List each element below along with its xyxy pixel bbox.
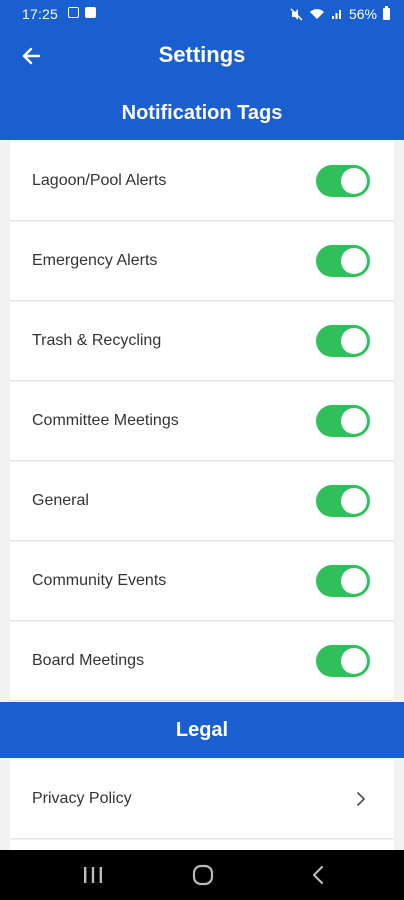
status-time: 17:25	[22, 6, 59, 22]
mute-icon	[290, 7, 303, 21]
toggle-knob	[341, 408, 367, 434]
tag-row-general: General	[10, 462, 394, 540]
gallery-notification-icon	[68, 7, 79, 18]
tag-row-community-events: Community Events	[10, 542, 394, 620]
tag-label: Committee Meetings	[32, 412, 179, 429]
system-navigation-bar	[0, 850, 404, 900]
privacy-policy-row[interactable]: Privacy Policy	[10, 760, 394, 838]
lagoon-pool-alerts-toggle[interactable]	[316, 165, 370, 197]
toggle-knob	[341, 168, 367, 194]
tag-row-board-meetings: Board Meetings	[10, 622, 394, 700]
battery-percent: 56%	[348, 6, 377, 22]
tag-row-lagoon-pool-alerts: Lagoon/Pool Alerts	[10, 142, 394, 220]
tag-label: General	[32, 492, 89, 509]
toggle-knob	[341, 488, 367, 514]
toggle-knob	[341, 248, 367, 274]
chevron-right-icon	[357, 792, 365, 806]
tag-label: Board Meetings	[32, 652, 145, 669]
general-toggle[interactable]	[316, 485, 370, 517]
page-title: Settings	[158, 42, 246, 67]
notification-tags-heading: Notification Tags	[121, 102, 283, 124]
committee-meetings-toggle[interactable]	[316, 405, 370, 437]
tag-label: Community Events	[32, 572, 167, 589]
legal-title: Legal	[175, 718, 229, 741]
battery-icon	[383, 6, 390, 20]
legal-heading: Legal	[0, 702, 404, 758]
nav-back-icon[interactable]	[304, 863, 334, 887]
app-header: Settings Notification Tags	[0, 28, 404, 140]
trash-recycling-toggle[interactable]	[316, 325, 370, 357]
legal-list: Privacy Policy	[10, 760, 394, 852]
community-events-toggle[interactable]	[316, 565, 370, 597]
board-meetings-toggle[interactable]	[316, 645, 370, 677]
tag-row-committee-meetings: Committee Meetings	[10, 382, 394, 460]
tag-label: Emergency Alerts	[32, 252, 158, 269]
notification-tags-list: Lagoon/Pool Alerts Emergency Alerts Tras…	[10, 142, 394, 702]
wifi-icon	[309, 9, 324, 19]
tag-label: Trash & Recycling	[32, 332, 162, 349]
emergency-alerts-toggle[interactable]	[316, 245, 370, 277]
tag-row-trash-recycling: Trash & Recycling	[10, 302, 394, 380]
status-bar: 17:25 56%	[0, 0, 404, 28]
tag-label: Lagoon/Pool Alerts	[32, 172, 167, 189]
home-icon[interactable]	[188, 863, 218, 887]
toggle-knob	[341, 648, 367, 674]
message-notification-icon	[85, 7, 96, 18]
signal-icon	[331, 10, 341, 19]
toggle-knob	[341, 328, 367, 354]
privacy-policy-label: Privacy Policy	[32, 790, 132, 807]
tag-row-emergency-alerts: Emergency Alerts	[10, 222, 394, 300]
toggle-knob	[341, 568, 367, 594]
recent-apps-icon[interactable]	[78, 863, 108, 887]
